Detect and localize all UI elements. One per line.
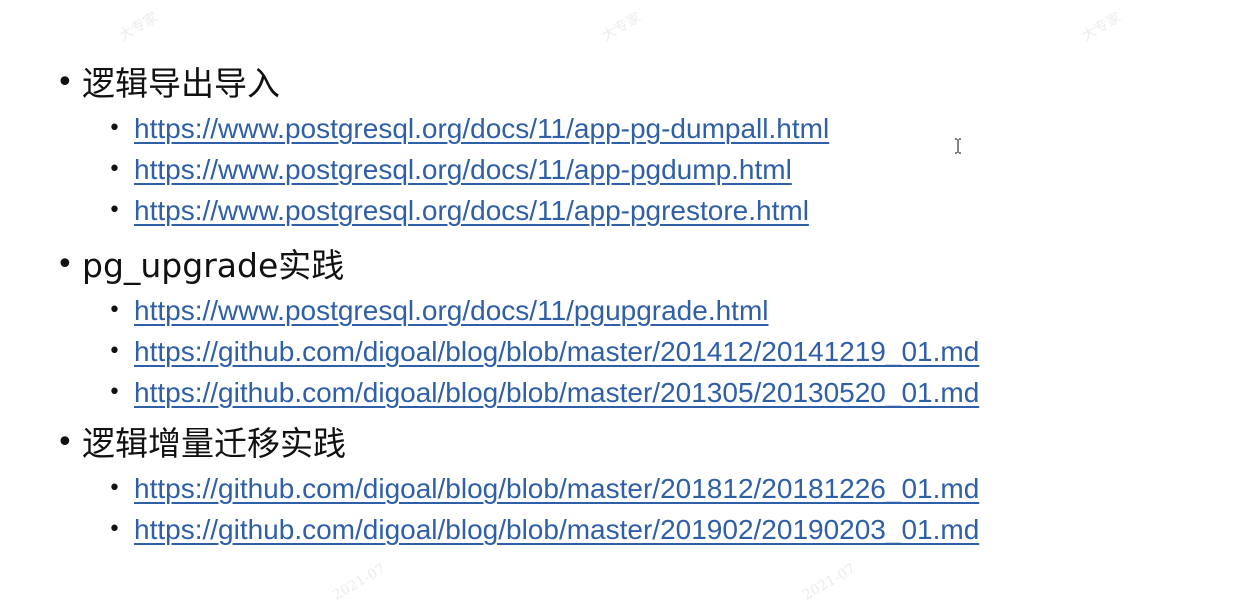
list-item: • https://www.postgresql.org/docs/11/pgu… bbox=[108, 290, 979, 331]
section-title: 逻辑增量迁移实践 bbox=[82, 423, 346, 463]
link-list: • https://github.com/digoal/blog/blob/ma… bbox=[56, 468, 979, 550]
text-cursor-icon bbox=[955, 138, 961, 154]
bullet: • bbox=[108, 156, 121, 182]
link-blog-20181226[interactable]: https://github.com/digoal/blog/blob/mast… bbox=[134, 474, 979, 503]
bullet: • bbox=[56, 247, 74, 282]
slide: 大专家 大专家 大专家 2021-07 2021-07 • 逻辑导出导入 • h… bbox=[0, 0, 1245, 604]
bullet: • bbox=[108, 338, 121, 364]
section-title: 逻辑导出导入 bbox=[82, 63, 280, 103]
link-pgrestore[interactable]: https://www.postgresql.org/docs/11/app-p… bbox=[134, 196, 809, 225]
watermark: 大专家 bbox=[1079, 9, 1124, 45]
section-pg-upgrade: • pg_upgrade实践 • https://www.postgresql.… bbox=[56, 240, 979, 413]
watermark: 2021-07 bbox=[330, 560, 389, 604]
bullet: • bbox=[108, 475, 121, 501]
watermark: 大专家 bbox=[599, 9, 644, 45]
section-logical-export-import: • 逻辑导出导入 • https://www.postgresql.org/do… bbox=[56, 58, 829, 231]
link-blog-20190203[interactable]: https://github.com/digoal/blog/blob/mast… bbox=[134, 515, 979, 544]
section-logical-incremental-migration: • 逻辑增量迁移实践 • https://github.com/digoal/b… bbox=[56, 418, 979, 550]
link-pgupgrade[interactable]: https://www.postgresql.org/docs/11/pgupg… bbox=[134, 296, 769, 325]
section-heading: • pg_upgrade实践 bbox=[56, 240, 979, 290]
list-item: • https://www.postgresql.org/docs/11/app… bbox=[108, 149, 829, 190]
watermark: 2021-07 bbox=[800, 560, 859, 604]
bullet: • bbox=[108, 115, 121, 141]
list-item: • https://www.postgresql.org/docs/11/app… bbox=[108, 190, 829, 231]
list-item: • https://github.com/digoal/blog/blob/ma… bbox=[108, 372, 979, 413]
bullet: • bbox=[108, 516, 121, 542]
bullet: • bbox=[108, 197, 121, 223]
section-heading: • 逻辑导出导入 bbox=[56, 58, 829, 108]
section-title: pg_upgrade实践 bbox=[82, 245, 345, 285]
list-item: • https://github.com/digoal/blog/blob/ma… bbox=[108, 509, 979, 550]
link-blog-20130520[interactable]: https://github.com/digoal/blog/blob/mast… bbox=[134, 378, 979, 407]
list-item: • https://github.com/digoal/blog/blob/ma… bbox=[108, 468, 979, 509]
bullet: • bbox=[56, 425, 74, 460]
list-item: • https://www.postgresql.org/docs/11/app… bbox=[108, 108, 829, 149]
link-list: • https://www.postgresql.org/docs/11/pgu… bbox=[56, 290, 979, 413]
link-pg-dumpall[interactable]: https://www.postgresql.org/docs/11/app-p… bbox=[134, 114, 829, 143]
watermark: 大专家 bbox=[116, 9, 161, 45]
bullet: • bbox=[108, 379, 121, 405]
link-pgdump[interactable]: https://www.postgresql.org/docs/11/app-p… bbox=[134, 155, 792, 184]
link-list: • https://www.postgresql.org/docs/11/app… bbox=[56, 108, 829, 231]
link-blog-20141219[interactable]: https://github.com/digoal/blog/blob/mast… bbox=[134, 337, 979, 366]
bullet: • bbox=[108, 297, 121, 323]
list-item: • https://github.com/digoal/blog/blob/ma… bbox=[108, 331, 979, 372]
bullet: • bbox=[56, 65, 74, 100]
section-heading: • 逻辑增量迁移实践 bbox=[56, 418, 979, 468]
